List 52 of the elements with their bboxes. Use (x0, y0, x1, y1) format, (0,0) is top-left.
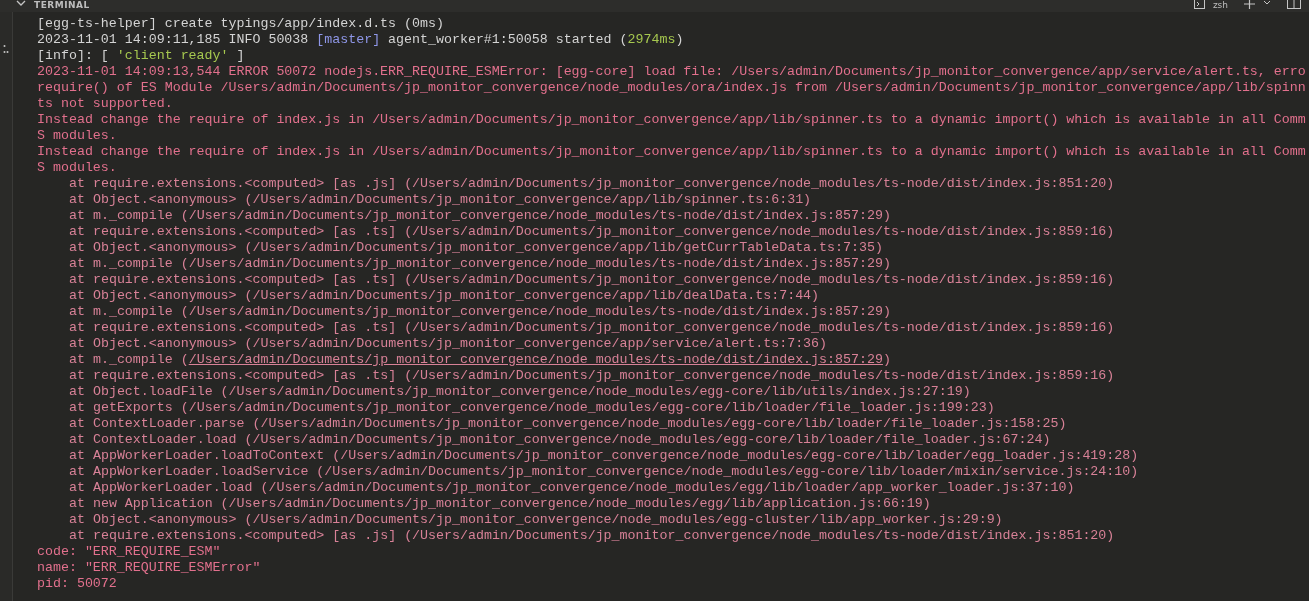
split-icon[interactable] (1287, 0, 1301, 9)
log-line: 2023-11-01 14:09:13,544 ERROR 50072 nodejs.ERR_REQUIRE_ESMError: [egg-core] load file: /Users/admin/Documents/jp_monitor_convergence/app/service/alert.ts, erro (37, 64, 1306, 79)
plus-icon[interactable] (1244, 0, 1255, 9)
log-text: [info]: [ (37, 48, 110, 63)
stack-trace-line: at AppWorkerLoader.load (/Users/admin/Documents/jp_monitor_convergence/node_modules/egg/lib/loader/app_worker_loader.js:37:10) (69, 480, 1075, 495)
log-line: require() of ES Module /Users/admin/Documents/jp_monitor_convergence/node_modules/ora/index.js from /Users/admin/Documents/jp_monitor_convergence/app/lib/spinn (37, 80, 1306, 95)
log-text: ) (882, 352, 891, 367)
log-line: code: "ERR_REQUIRE_ESM" (37, 544, 221, 559)
stack-trace-line: at Object.<anonymous> (/Users/admin/Documents/jp_monitor_convergence/app/lib/dealData.ts:7:44) (69, 288, 820, 303)
log-text: 2974ms (627, 32, 676, 47)
stack-trace-line: at require.extensions.<computed> [as .ts] (/Users/admin/Documents/jp_monitor_convergence/node_modules/ts-node/dist/index.js:859:16) (69, 272, 1115, 287)
log-line: pid: 50072 (37, 576, 117, 591)
log-line: Instead change the require of index.js in /Users/admin/Documents/jp_monitor_convergence/app/lib/spinner.ts to a dynamic import() which is available in all Comm (37, 112, 1306, 127)
log-text: 2023-11-01 14:09:11,185 INFO 50038 (37, 32, 310, 47)
file-link[interactable]: /Users/admin/Documents/jp_monitor_convergence/node_modules/ts-node/dist/index.js:857:29 (188, 352, 883, 367)
log-text: ) (675, 32, 684, 47)
stack-trace-line: at require.extensions.<computed> [as .ts] (/Users/admin/Documents/jp_monitor_convergence/node_modules/ts-node/dist/index.js:859:16) (69, 320, 1115, 335)
chevron-down-icon[interactable] (1263, 0, 1271, 6)
log-text: ] (235, 48, 245, 63)
log-line: S modules. (37, 160, 117, 175)
stack-trace-line: at Object.loadFile (/Users/admin/Documents/jp_monitor_convergence/node_modules/egg-core/lib/utils/index.js:27:19) (69, 384, 971, 399)
stack-trace-line: at ContextLoader.load (/Users/admin/Documents/jp_monitor_convergence/node_modules/egg-core/lib/loader/file_loader.js:67:24) (69, 432, 1051, 447)
stack-trace-line: at Object.<anonymous> (/Users/admin/Documents/jp_monitor_convergence/app/lib/getCurrTableData.ts:7:35) (69, 240, 883, 255)
stack-trace-line: at require.extensions.<computed> [as .ts] (/Users/admin/Documents/jp_monitor_convergence/node_modules/ts-node/dist/index.js:859:16) (69, 224, 1115, 239)
log-line: name: "ERR_REQUIRE_ESMError" (37, 560, 261, 575)
log-line: [egg-ts-helper] create typings/app/index.d.ts (0ms) (37, 16, 444, 31)
stack-trace-line: at Object.<anonymous> (/Users/admin/Documents/jp_monitor_convergence/app/service/alert.ts:7:36) (69, 336, 828, 351)
dots-icon[interactable] (3, 44, 9, 54)
stack-trace-line: at Object.<anonymous> (/Users/admin/Documents/jp_monitor_convergence/app/lib/spinner.ts:6:31) (69, 192, 812, 207)
log-line: Instead change the require of index.js in /Users/admin/Documents/jp_monitor_convergence/app/lib/spinner.ts to a dynamic import() which is available in all Comm (37, 144, 1306, 159)
log-text: 'client ready' (116, 48, 229, 63)
stack-trace-line: at require.extensions.<computed> [as .js] (/Users/admin/Documents/jp_monitor_convergence/node_modules/ts-node/dist/index.js:851:20) (69, 528, 1115, 543)
stack-trace-line: at AppWorkerLoader.loadToContext (/Users/admin/Documents/jp_monitor_convergence/node_modules/egg-core/lib/loader/egg_loader.js:419:28) (69, 448, 1139, 463)
stack-trace-line: at getExports (/Users/admin/Documents/jp_monitor_convergence/node_modules/egg-core/lib/loader/file_loader.js:199:23) (69, 400, 995, 415)
panel-title[interactable]: TERMINAL (34, 0, 90, 10)
log-text: at m._compile ( (69, 352, 189, 367)
log-line: S modules. (37, 128, 117, 143)
log-text: agent_worker#1:50058 started ( (387, 32, 628, 47)
stack-trace-line: at Object.<anonymous> (/Users/admin/Documents/jp_monitor_convergence/node_modules/egg-cluster/lib/app_worker.js:29:9) (69, 512, 1003, 527)
shell-name[interactable]: zsh (1212, 0, 1228, 10)
stack-trace-line: at m._compile (/Users/admin/Documents/jp_monitor_convergence/node_modules/ts-node/dist/index.js:857:29) (69, 208, 891, 223)
terminal-icon[interactable] (1193, 0, 1205, 9)
stack-trace-line: at new Application (/Users/admin/Documents/jp_monitor_convergence/node_modules/egg/lib/application.js:66:19) (69, 496, 931, 511)
stack-trace-line: at ContextLoader.parse (/Users/admin/Documents/jp_monitor_convergence/node_modules/egg-core/lib/loader/file_loader.js:158:25) (69, 416, 1067, 431)
stack-trace-line: at m._compile (/Users/admin/Documents/jp_monitor_convergence/node_modules/ts-node/dist/index.js:857:29) (69, 256, 891, 271)
stack-trace-line: at require.extensions.<computed> [as .ts] (/Users/admin/Documents/jp_monitor_convergence/node_modules/ts-node/dist/index.js:859:16) (69, 368, 1115, 383)
stack-trace-line: at AppWorkerLoader.loadService (/Users/admin/Documents/jp_monitor_convergence/node_modules/egg-core/lib/loader/mixin/service.js:24:10) (69, 464, 1139, 479)
stack-trace-line: at require.extensions.<computed> [as .js] (/Users/admin/Documents/jp_monitor_convergence/node_modules/ts-node/dist/index.js:851:20) (69, 176, 1115, 191)
log-line: ts not supported. (37, 96, 173, 111)
stack-trace-line: at m._compile (/Users/admin/Documents/jp_monitor_convergence/node_modules/ts-node/dist/index.js:857:29) (69, 304, 891, 319)
chevron-down-icon[interactable] (16, 0, 26, 8)
log-text: [master] (316, 32, 381, 47)
